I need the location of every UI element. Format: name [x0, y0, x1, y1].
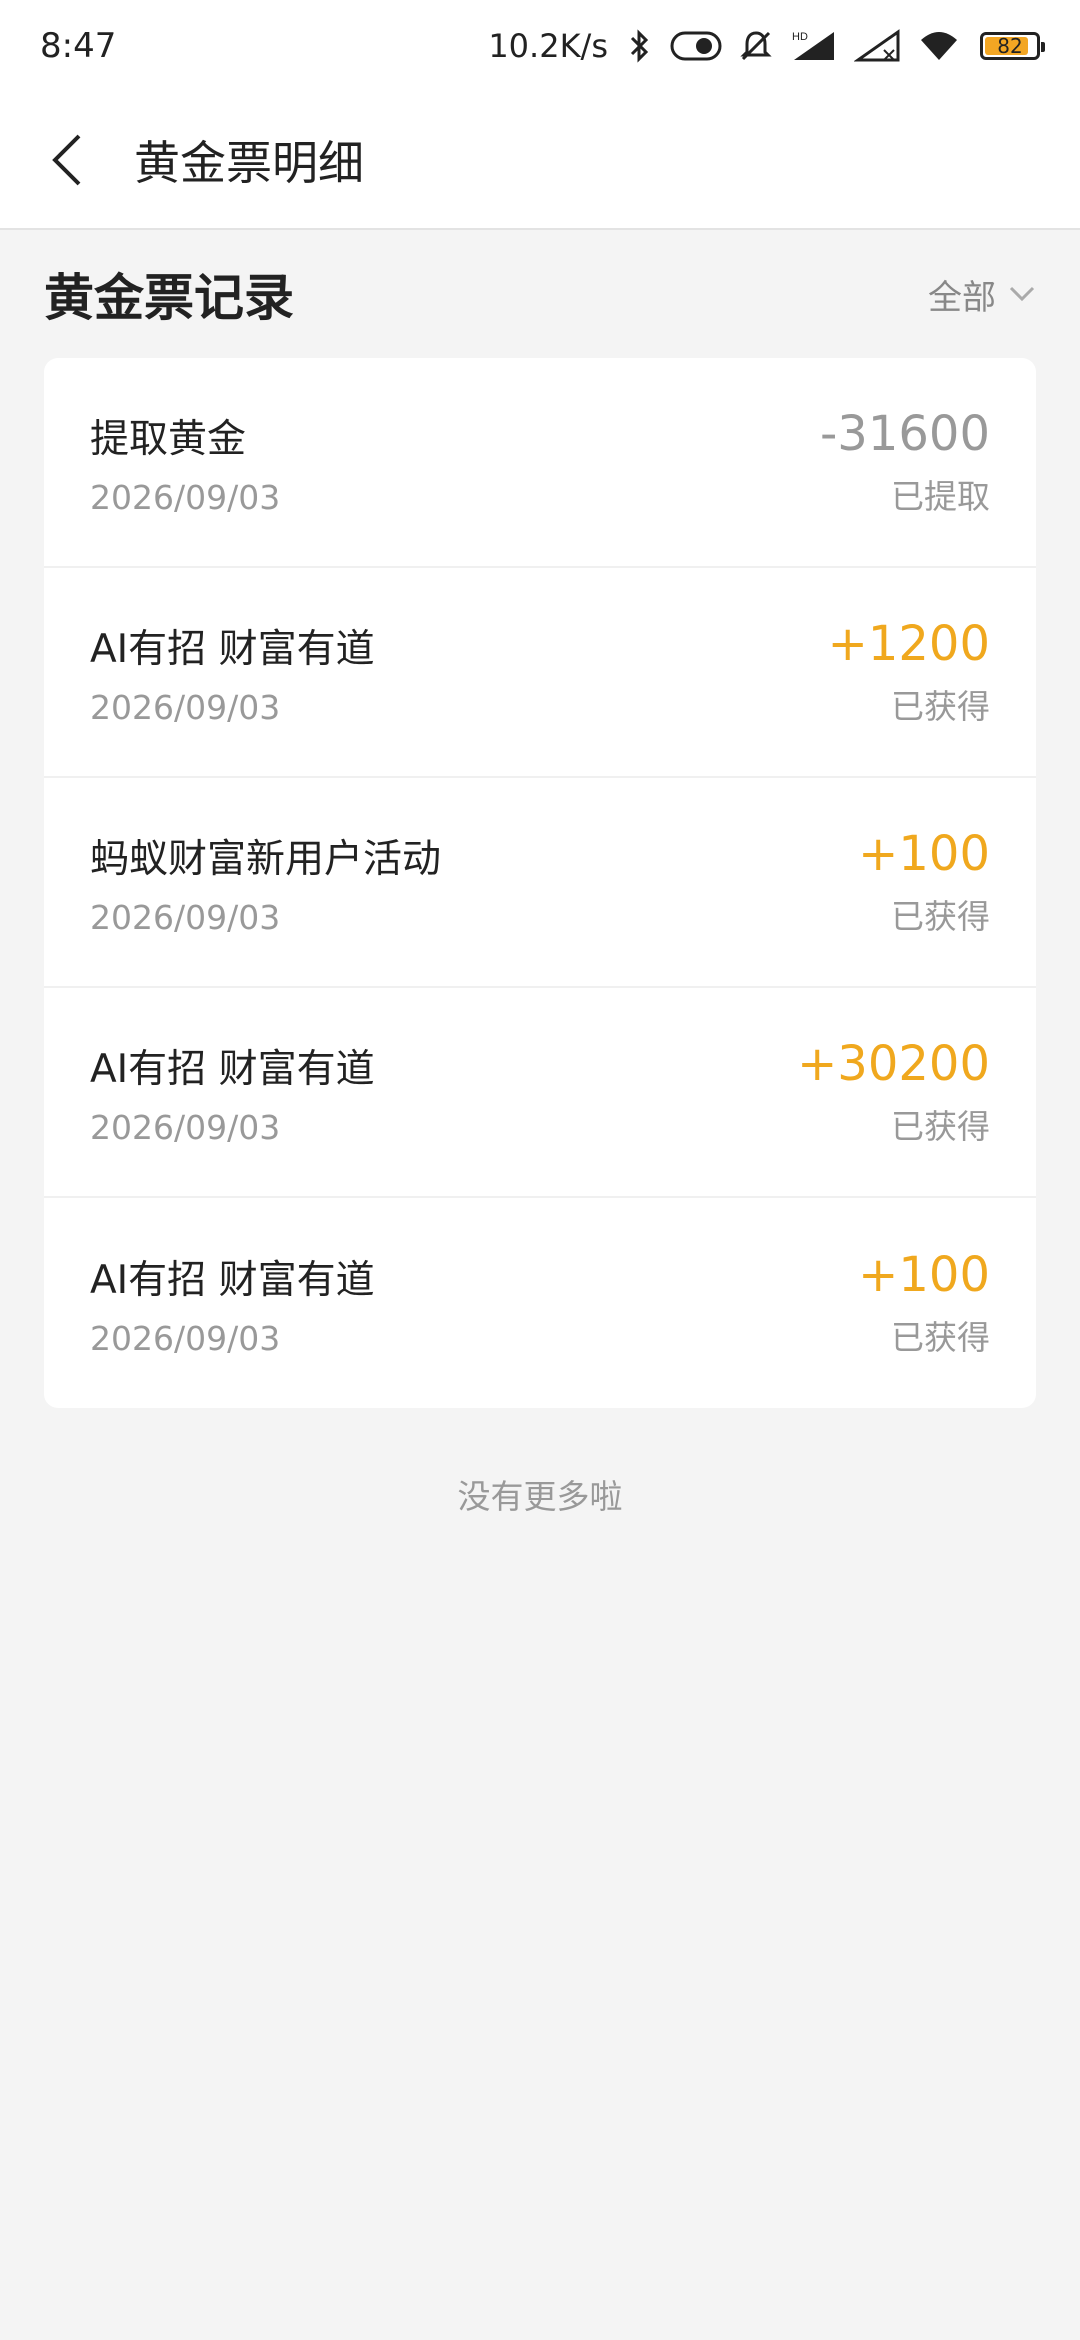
- record-amount: +100: [858, 1247, 990, 1303]
- record-value: +100 已获得: [858, 1247, 990, 1359]
- record-date: 2026/09/03: [90, 687, 281, 727]
- record-status: 已获得: [891, 687, 990, 726]
- signal-empty-icon: [854, 28, 902, 64]
- record-value: +1200 已获得: [828, 616, 990, 728]
- back-button[interactable]: [32, 125, 102, 195]
- record-status: 已获得: [891, 1318, 990, 1357]
- section-header: 黄金票记录 全部: [0, 230, 1080, 358]
- record-date: 2026/09/03: [90, 897, 281, 937]
- record-value: +100 已获得: [858, 826, 990, 938]
- record-amount: -31600: [819, 406, 990, 462]
- record-info: 蚂蚁财富新用户活动 2026/09/03: [90, 828, 441, 937]
- record-info: AI有招 财富有道 2026/09/03: [90, 1038, 375, 1147]
- chevron-down-icon: [1009, 286, 1035, 302]
- mute-bell-icon: [738, 28, 774, 64]
- svg-text:HD: HD: [792, 31, 808, 43]
- no-more-text: 没有更多啦: [457, 1477, 623, 1516]
- toggle-icon: [670, 31, 722, 61]
- record-date: 2026/09/03: [90, 1107, 281, 1147]
- record-amount: +30200: [797, 1036, 990, 1092]
- record-value: -31600 已提取: [820, 406, 990, 518]
- chevron-left-icon: [52, 134, 81, 186]
- record-title: 蚂蚁财富新用户活动: [90, 836, 442, 882]
- record-row[interactable]: AI有招 财富有道 2026/09/03 +1200 已获得: [44, 568, 1036, 778]
- record-value: +30200 已获得: [797, 1036, 990, 1148]
- battery-level: 82: [997, 34, 1023, 58]
- record-title: AI有招 财富有道: [90, 1046, 375, 1092]
- filter-label: 全部: [928, 277, 996, 318]
- record-date: 2026/09/03: [90, 477, 281, 517]
- record-row[interactable]: AI有招 财富有道 2026/09/03 +100 已获得: [44, 1198, 1036, 1408]
- bluetooth-icon: [624, 28, 654, 64]
- filter-dropdown[interactable]: 全部: [928, 270, 1036, 319]
- nav-bar: 黄金票明细: [0, 92, 1080, 230]
- record-title: 提取黄金: [90, 416, 247, 462]
- status-time: 8:47: [40, 26, 117, 66]
- record-info: 提取黄金 2026/09/03: [90, 408, 280, 517]
- record-title: AI有招 财富有道: [90, 626, 375, 672]
- record-row[interactable]: AI有招 财富有道 2026/09/03 +30200 已获得: [44, 988, 1036, 1198]
- record-date: 2026/09/03: [90, 1318, 281, 1358]
- record-title: AI有招 财富有道: [90, 1257, 375, 1303]
- section-title: 黄金票记录: [44, 269, 294, 327]
- record-info: AI有招 财富有道 2026/09/03: [90, 1249, 375, 1358]
- records-card: 提取黄金 2026/09/03 -31600 已提取 AI有招 财富有道 202…: [44, 358, 1036, 1408]
- network-speed: 10.2K/s: [488, 27, 608, 65]
- status-icons: 10.2K/s HD 82: [488, 27, 1045, 65]
- record-row[interactable]: 提取黄金 2026/09/03 -31600 已提取: [44, 358, 1036, 568]
- record-info: AI有招 财富有道 2026/09/03: [90, 618, 375, 727]
- record-amount: +1200: [827, 616, 990, 672]
- record-status: 已获得: [891, 897, 990, 936]
- signal-hd-icon: HD: [790, 28, 838, 64]
- record-status: 已提取: [891, 477, 990, 516]
- record-status: 已获得: [891, 1107, 990, 1146]
- record-row[interactable]: 蚂蚁财富新用户活动 2026/09/03 +100 已获得: [44, 778, 1036, 988]
- page-title: 黄金票明细: [134, 136, 364, 190]
- battery-icon: 82: [980, 32, 1045, 60]
- status-bar: 8:47 10.2K/s HD 82: [0, 0, 1080, 92]
- record-amount: +100: [858, 826, 990, 882]
- wifi-icon: [918, 28, 960, 64]
